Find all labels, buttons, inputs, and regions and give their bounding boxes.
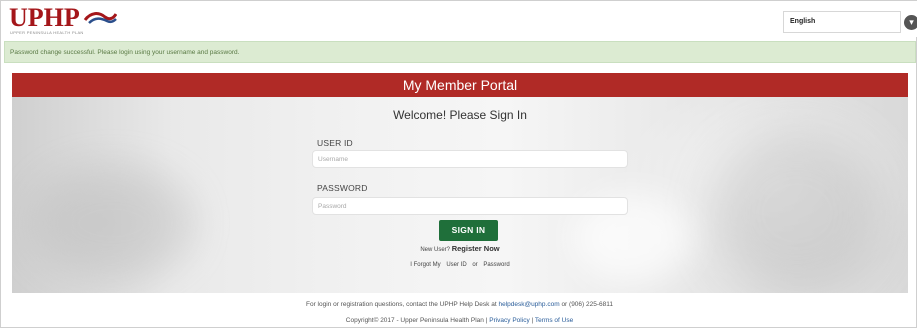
logo-tagline: UPPER PENINSULA HEALTH PLAN (10, 30, 84, 35)
help-or-text: or (561, 301, 568, 308)
forgot-userid-link[interactable]: User ID (446, 262, 466, 268)
logo-swoosh-icon (83, 12, 117, 24)
alert-message: Password change successful. Please login… (10, 49, 240, 56)
welcome-heading: Welcome! Please Sign In (393, 108, 527, 122)
copyright-footer: Copyright© 2017 - Upper Peninsula Health… (1, 317, 917, 324)
new-user-text: New User? (420, 247, 451, 253)
background-blur (712, 133, 882, 293)
sign-in-button[interactable]: SIGN IN (439, 220, 498, 241)
help-desk-footer: For login or registration questions, con… (1, 301, 917, 308)
password-placeholder: Password (318, 203, 347, 210)
password-label: PASSWORD (317, 183, 368, 193)
page-header: UPHP UPPER PENINSULA HEALTH PLAN English… (1, 1, 917, 37)
language-select-value: English (790, 18, 816, 25)
footer-separator: | (531, 317, 534, 324)
userid-placeholder: Username (318, 156, 348, 163)
forgot-prefix: I Forgot My (410, 262, 441, 268)
userid-label: USER ID (317, 138, 353, 148)
register-row: New User? Register Now (12, 244, 908, 253)
terms-of-use-link[interactable]: Terms of Use (535, 317, 573, 324)
success-alert: Password change successful. Please login… (4, 41, 916, 63)
login-hero: My Member Portal Welcome! Please Sign In… (12, 73, 908, 293)
forgot-or-text: or (472, 262, 478, 268)
portal-title: My Member Portal (402, 77, 518, 93)
forgot-row: I Forgot My User ID or Password (12, 262, 908, 268)
help-email-link[interactable]: helpdesk@uphp.com (498, 301, 559, 308)
privacy-policy-link[interactable]: Privacy Policy (489, 317, 529, 324)
userid-input[interactable]: Username (312, 150, 628, 168)
chevron-down-icon[interactable]: ▾ (904, 15, 917, 30)
portal-title-bar: My Member Portal (12, 73, 908, 97)
help-phone: (906) 225-6811 (569, 301, 613, 308)
register-now-link[interactable]: Register Now (452, 244, 500, 253)
help-text: For login or registration questions, con… (306, 301, 497, 308)
logo-text: UPHP (9, 3, 80, 32)
copyright-text: Copyright© 2017 - Upper Peninsula Health… (345, 317, 484, 324)
forgot-password-link[interactable]: Password (483, 262, 509, 268)
footer-separator: | (485, 317, 488, 324)
language-select[interactable]: English (783, 11, 901, 33)
password-input[interactable]: Password (312, 197, 628, 215)
